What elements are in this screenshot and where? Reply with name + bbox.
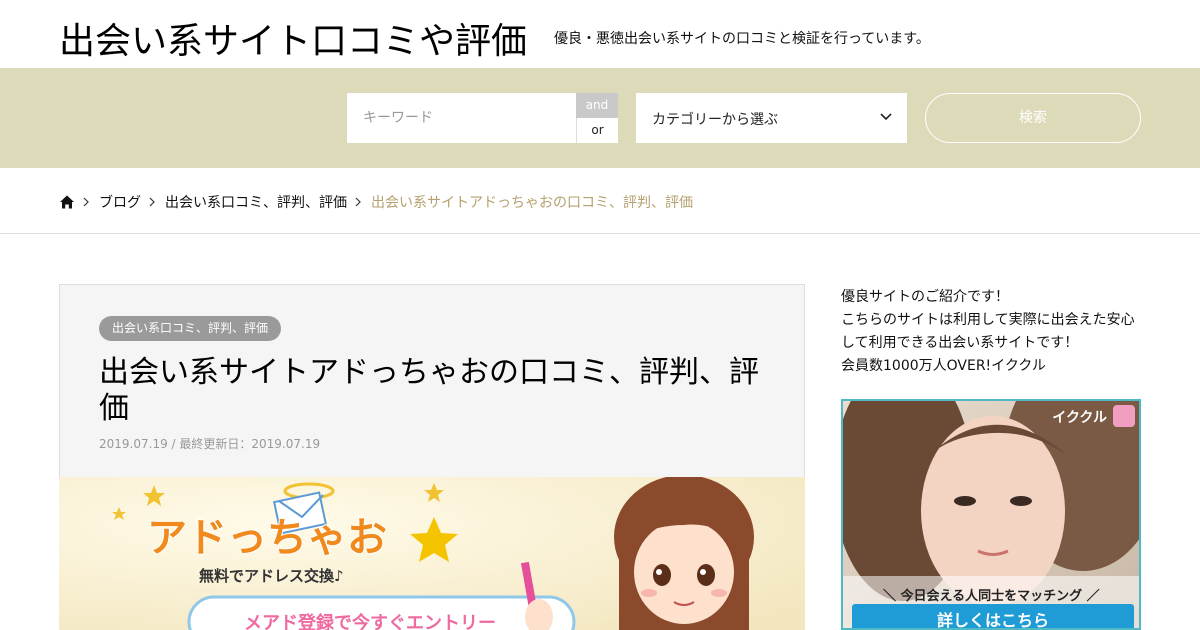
breadcrumb-current: 出会い系サイトアドっちゃおの口コミ、評判、評価 xyxy=(371,195,693,211)
featured-image: アドっちゃお 無料でアドレス交換♪ メアド登録で今すぐエントリー xyxy=(59,477,805,630)
and-option[interactable]: and xyxy=(576,93,618,118)
search-bar: and or カテゴリーから選ぶ 検索 xyxy=(0,68,1200,168)
ad-tagline: ＼ 今日会える人同士をマッチング ／ xyxy=(883,589,1100,604)
home-icon[interactable] xyxy=(59,194,75,210)
breadcrumb-item-blog[interactable]: ブログ xyxy=(99,192,141,212)
post-title: 出会い系サイトアドっちゃおの口コミ、評判、評価 xyxy=(99,355,759,426)
sidebar-line: 優良サイトのご紹介です！ xyxy=(841,289,1009,305)
post-date: 2019.07.19 / 最終更新日：2019.07.19 xyxy=(99,437,321,451)
site-description: 優良・悪徳出会い系サイトの口コミと検証を行っています。 xyxy=(554,31,930,47)
or-option[interactable]: or xyxy=(576,118,618,143)
sidebar-line: 会員数1000万人OVER!イククル xyxy=(841,358,1046,374)
category-select[interactable]: カテゴリーから選ぶ xyxy=(636,93,907,143)
header-divider xyxy=(0,233,1200,234)
site-title[interactable]: 出会い系サイト口コミや評価 xyxy=(59,12,527,64)
keyword-search-input[interactable] xyxy=(347,93,576,143)
hero-logo-text: アドっちゃお xyxy=(147,515,387,561)
breadcrumb-item-category[interactable]: 出会い系口コミ、評判、評価 xyxy=(165,192,347,212)
chevron-right-icon xyxy=(355,197,361,207)
hero-tagline: 無料でアドレス交換♪ xyxy=(199,567,344,585)
sidebar-ad-banner[interactable]: イククル ＼ 今日会える人同士をマッチング ／ 詳しくはこちら xyxy=(841,399,1141,630)
breadcrumb: ブログ 出会い系口コミ、評判、評価 出会い系サイトアドっちゃおの口コミ、評判、評… xyxy=(59,192,693,212)
sidebar-intro: 優良サイトのご紹介です！ こちらのサイトは利用して実際に出会えた安心 して利用で… xyxy=(841,286,1141,378)
ad-logo-icon xyxy=(1113,405,1135,427)
category-badge[interactable]: 出会い系口コミ、評判、評価 xyxy=(99,316,282,341)
post-header: 出会い系口コミ、評判、評価 出会い系サイトアドっちゃおの口コミ、評判、評価 20… xyxy=(59,284,805,478)
chevron-down-icon xyxy=(880,113,892,121)
ad-brand: イククル xyxy=(1052,410,1107,426)
featured-image-art: アドっちゃお 無料でアドレス交換♪ メアド登録で今すぐエントリー xyxy=(59,477,805,630)
chevron-right-icon xyxy=(149,197,155,207)
search-button[interactable]: 検索 xyxy=(925,93,1141,143)
hero-cta-text: メアド登録で今すぐエントリー xyxy=(244,612,496,630)
and-or-toggle: and or xyxy=(576,93,618,143)
site-header: 出会い系サイト口コミや評価 優良・悪徳出会い系サイトの口コミと検証を行っています… xyxy=(0,0,1200,68)
sidebar-line: こちらのサイトは利用して実際に出会えた安心 xyxy=(841,312,1135,328)
chevron-right-icon xyxy=(83,197,89,207)
sidebar-line: して利用できる出会い系サイトです！ xyxy=(841,335,1079,351)
ad-details-button[interactable]: 詳しくはこちら xyxy=(852,604,1134,628)
category-select-label: カテゴリーから選ぶ xyxy=(652,112,778,128)
